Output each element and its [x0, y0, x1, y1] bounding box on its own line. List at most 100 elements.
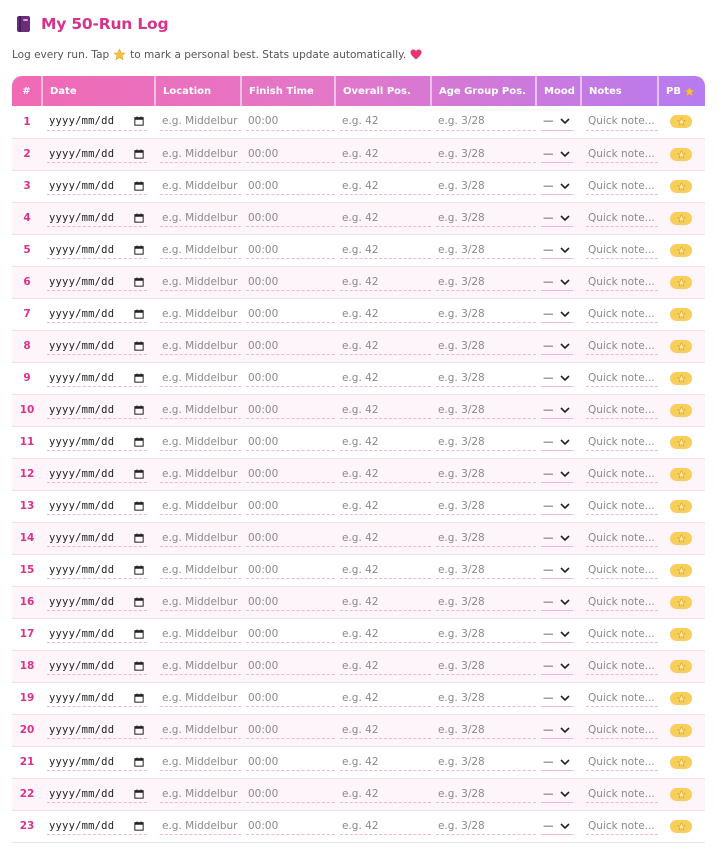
mood-select[interactable]: — — [541, 113, 573, 131]
calendar-icon[interactable] — [134, 340, 144, 351]
pb-toggle-button[interactable] — [670, 819, 692, 833]
finish-time-input[interactable]: 00:00 — [246, 785, 335, 803]
calendar-icon[interactable] — [134, 276, 144, 287]
pb-toggle-button[interactable] — [670, 147, 692, 161]
age-group-position-input[interactable]: e.g. 3/28 — [436, 337, 536, 355]
calendar-icon[interactable] — [134, 660, 144, 671]
location-input[interactable]: e.g. Middelbur — [160, 753, 241, 771]
finish-time-input[interactable]: 00:00 — [246, 465, 335, 483]
notes-input[interactable]: Quick note... — [586, 305, 658, 323]
date-input[interactable]: yyyy/mm/dd — [47, 433, 147, 451]
date-input[interactable]: yyyy/mm/dd — [47, 657, 147, 675]
date-input[interactable]: yyyy/mm/dd — [47, 369, 147, 387]
age-group-position-input[interactable]: e.g. 3/28 — [436, 529, 536, 547]
mood-select[interactable]: — — [541, 433, 573, 451]
age-group-position-input[interactable]: e.g. 3/28 — [436, 273, 536, 291]
mood-select[interactable]: — — [541, 721, 573, 739]
location-input[interactable]: e.g. Middelbur — [160, 561, 241, 579]
mood-select[interactable]: — — [541, 209, 573, 227]
mood-select[interactable]: — — [541, 689, 573, 707]
age-group-position-input[interactable]: e.g. 3/28 — [436, 209, 536, 227]
location-input[interactable]: e.g. Middelbur — [160, 241, 241, 259]
pb-toggle-button[interactable] — [670, 179, 692, 193]
calendar-icon[interactable] — [134, 820, 144, 831]
overall-position-input[interactable]: e.g. 42 — [340, 721, 431, 739]
mood-select[interactable]: — — [541, 273, 573, 291]
pb-toggle-button[interactable] — [670, 467, 692, 481]
age-group-position-input[interactable]: e.g. 3/28 — [436, 753, 536, 771]
date-input[interactable]: yyyy/mm/dd — [47, 721, 147, 739]
date-input[interactable]: yyyy/mm/dd — [47, 401, 147, 419]
overall-position-input[interactable]: e.g. 42 — [340, 177, 431, 195]
mood-select[interactable]: — — [541, 497, 573, 515]
location-input[interactable]: e.g. Middelbur — [160, 465, 241, 483]
location-input[interactable]: e.g. Middelbur — [160, 785, 241, 803]
notes-input[interactable]: Quick note... — [586, 145, 658, 163]
calendar-icon[interactable] — [134, 788, 144, 799]
date-input[interactable]: yyyy/mm/dd — [47, 593, 147, 611]
calendar-icon[interactable] — [134, 468, 144, 479]
location-input[interactable]: e.g. Middelbur — [160, 721, 241, 739]
location-input[interactable]: e.g. Middelbur — [160, 113, 241, 131]
date-input[interactable]: yyyy/mm/dd — [47, 561, 147, 579]
finish-time-input[interactable]: 00:00 — [246, 529, 335, 547]
overall-position-input[interactable]: e.g. 42 — [340, 113, 431, 131]
calendar-icon[interactable] — [134, 404, 144, 415]
overall-position-input[interactable]: e.g. 42 — [340, 401, 431, 419]
overall-position-input[interactable]: e.g. 42 — [340, 497, 431, 515]
notes-input[interactable]: Quick note... — [586, 721, 658, 739]
calendar-icon[interactable] — [134, 244, 144, 255]
calendar-icon[interactable] — [134, 692, 144, 703]
notes-input[interactable]: Quick note... — [586, 561, 658, 579]
finish-time-input[interactable]: 00:00 — [246, 305, 335, 323]
location-input[interactable]: e.g. Middelbur — [160, 625, 241, 643]
date-input[interactable]: yyyy/mm/dd — [47, 465, 147, 483]
overall-position-input[interactable]: e.g. 42 — [340, 241, 431, 259]
pb-toggle-button[interactable] — [670, 787, 692, 801]
pb-toggle-button[interactable] — [670, 435, 692, 449]
finish-time-input[interactable]: 00:00 — [246, 817, 335, 835]
notes-input[interactable]: Quick note... — [586, 529, 658, 547]
finish-time-input[interactable]: 00:00 — [246, 497, 335, 515]
pb-toggle-button[interactable] — [670, 755, 692, 769]
mood-select[interactable]: — — [541, 369, 573, 387]
date-input[interactable]: yyyy/mm/dd — [47, 145, 147, 163]
overall-position-input[interactable]: e.g. 42 — [340, 433, 431, 451]
mood-select[interactable]: — — [541, 625, 573, 643]
overall-position-input[interactable]: e.g. 42 — [340, 625, 431, 643]
mood-select[interactable]: — — [541, 305, 573, 323]
location-input[interactable]: e.g. Middelbur — [160, 305, 241, 323]
age-group-position-input[interactable]: e.g. 3/28 — [436, 401, 536, 419]
notes-input[interactable]: Quick note... — [586, 657, 658, 675]
pb-toggle-button[interactable] — [670, 275, 692, 289]
finish-time-input[interactable]: 00:00 — [246, 753, 335, 771]
date-input[interactable]: yyyy/mm/dd — [47, 689, 147, 707]
finish-time-input[interactable]: 00:00 — [246, 241, 335, 259]
location-input[interactable]: e.g. Middelbur — [160, 433, 241, 451]
date-input[interactable]: yyyy/mm/dd — [47, 177, 147, 195]
calendar-icon[interactable] — [134, 148, 144, 159]
mood-select[interactable]: — — [541, 241, 573, 259]
mood-select[interactable]: — — [541, 177, 573, 195]
location-input[interactable]: e.g. Middelbur — [160, 689, 241, 707]
date-input[interactable]: yyyy/mm/dd — [47, 209, 147, 227]
notes-input[interactable]: Quick note... — [586, 401, 658, 419]
calendar-icon[interactable] — [134, 564, 144, 575]
location-input[interactable]: e.g. Middelbur — [160, 337, 241, 355]
calendar-icon[interactable] — [134, 500, 144, 511]
date-input[interactable]: yyyy/mm/dd — [47, 817, 147, 835]
calendar-icon[interactable] — [134, 180, 144, 191]
calendar-icon[interactable] — [134, 724, 144, 735]
notes-input[interactable]: Quick note... — [586, 209, 658, 227]
calendar-icon[interactable] — [134, 596, 144, 607]
finish-time-input[interactable]: 00:00 — [246, 625, 335, 643]
calendar-icon[interactable] — [134, 756, 144, 767]
location-input[interactable]: e.g. Middelbur — [160, 273, 241, 291]
pb-toggle-button[interactable] — [670, 403, 692, 417]
mood-select[interactable]: — — [541, 145, 573, 163]
age-group-position-input[interactable]: e.g. 3/28 — [436, 721, 536, 739]
mood-select[interactable]: — — [541, 753, 573, 771]
overall-position-input[interactable]: e.g. 42 — [340, 817, 431, 835]
mood-select[interactable]: — — [541, 817, 573, 835]
location-input[interactable]: e.g. Middelbur — [160, 145, 241, 163]
